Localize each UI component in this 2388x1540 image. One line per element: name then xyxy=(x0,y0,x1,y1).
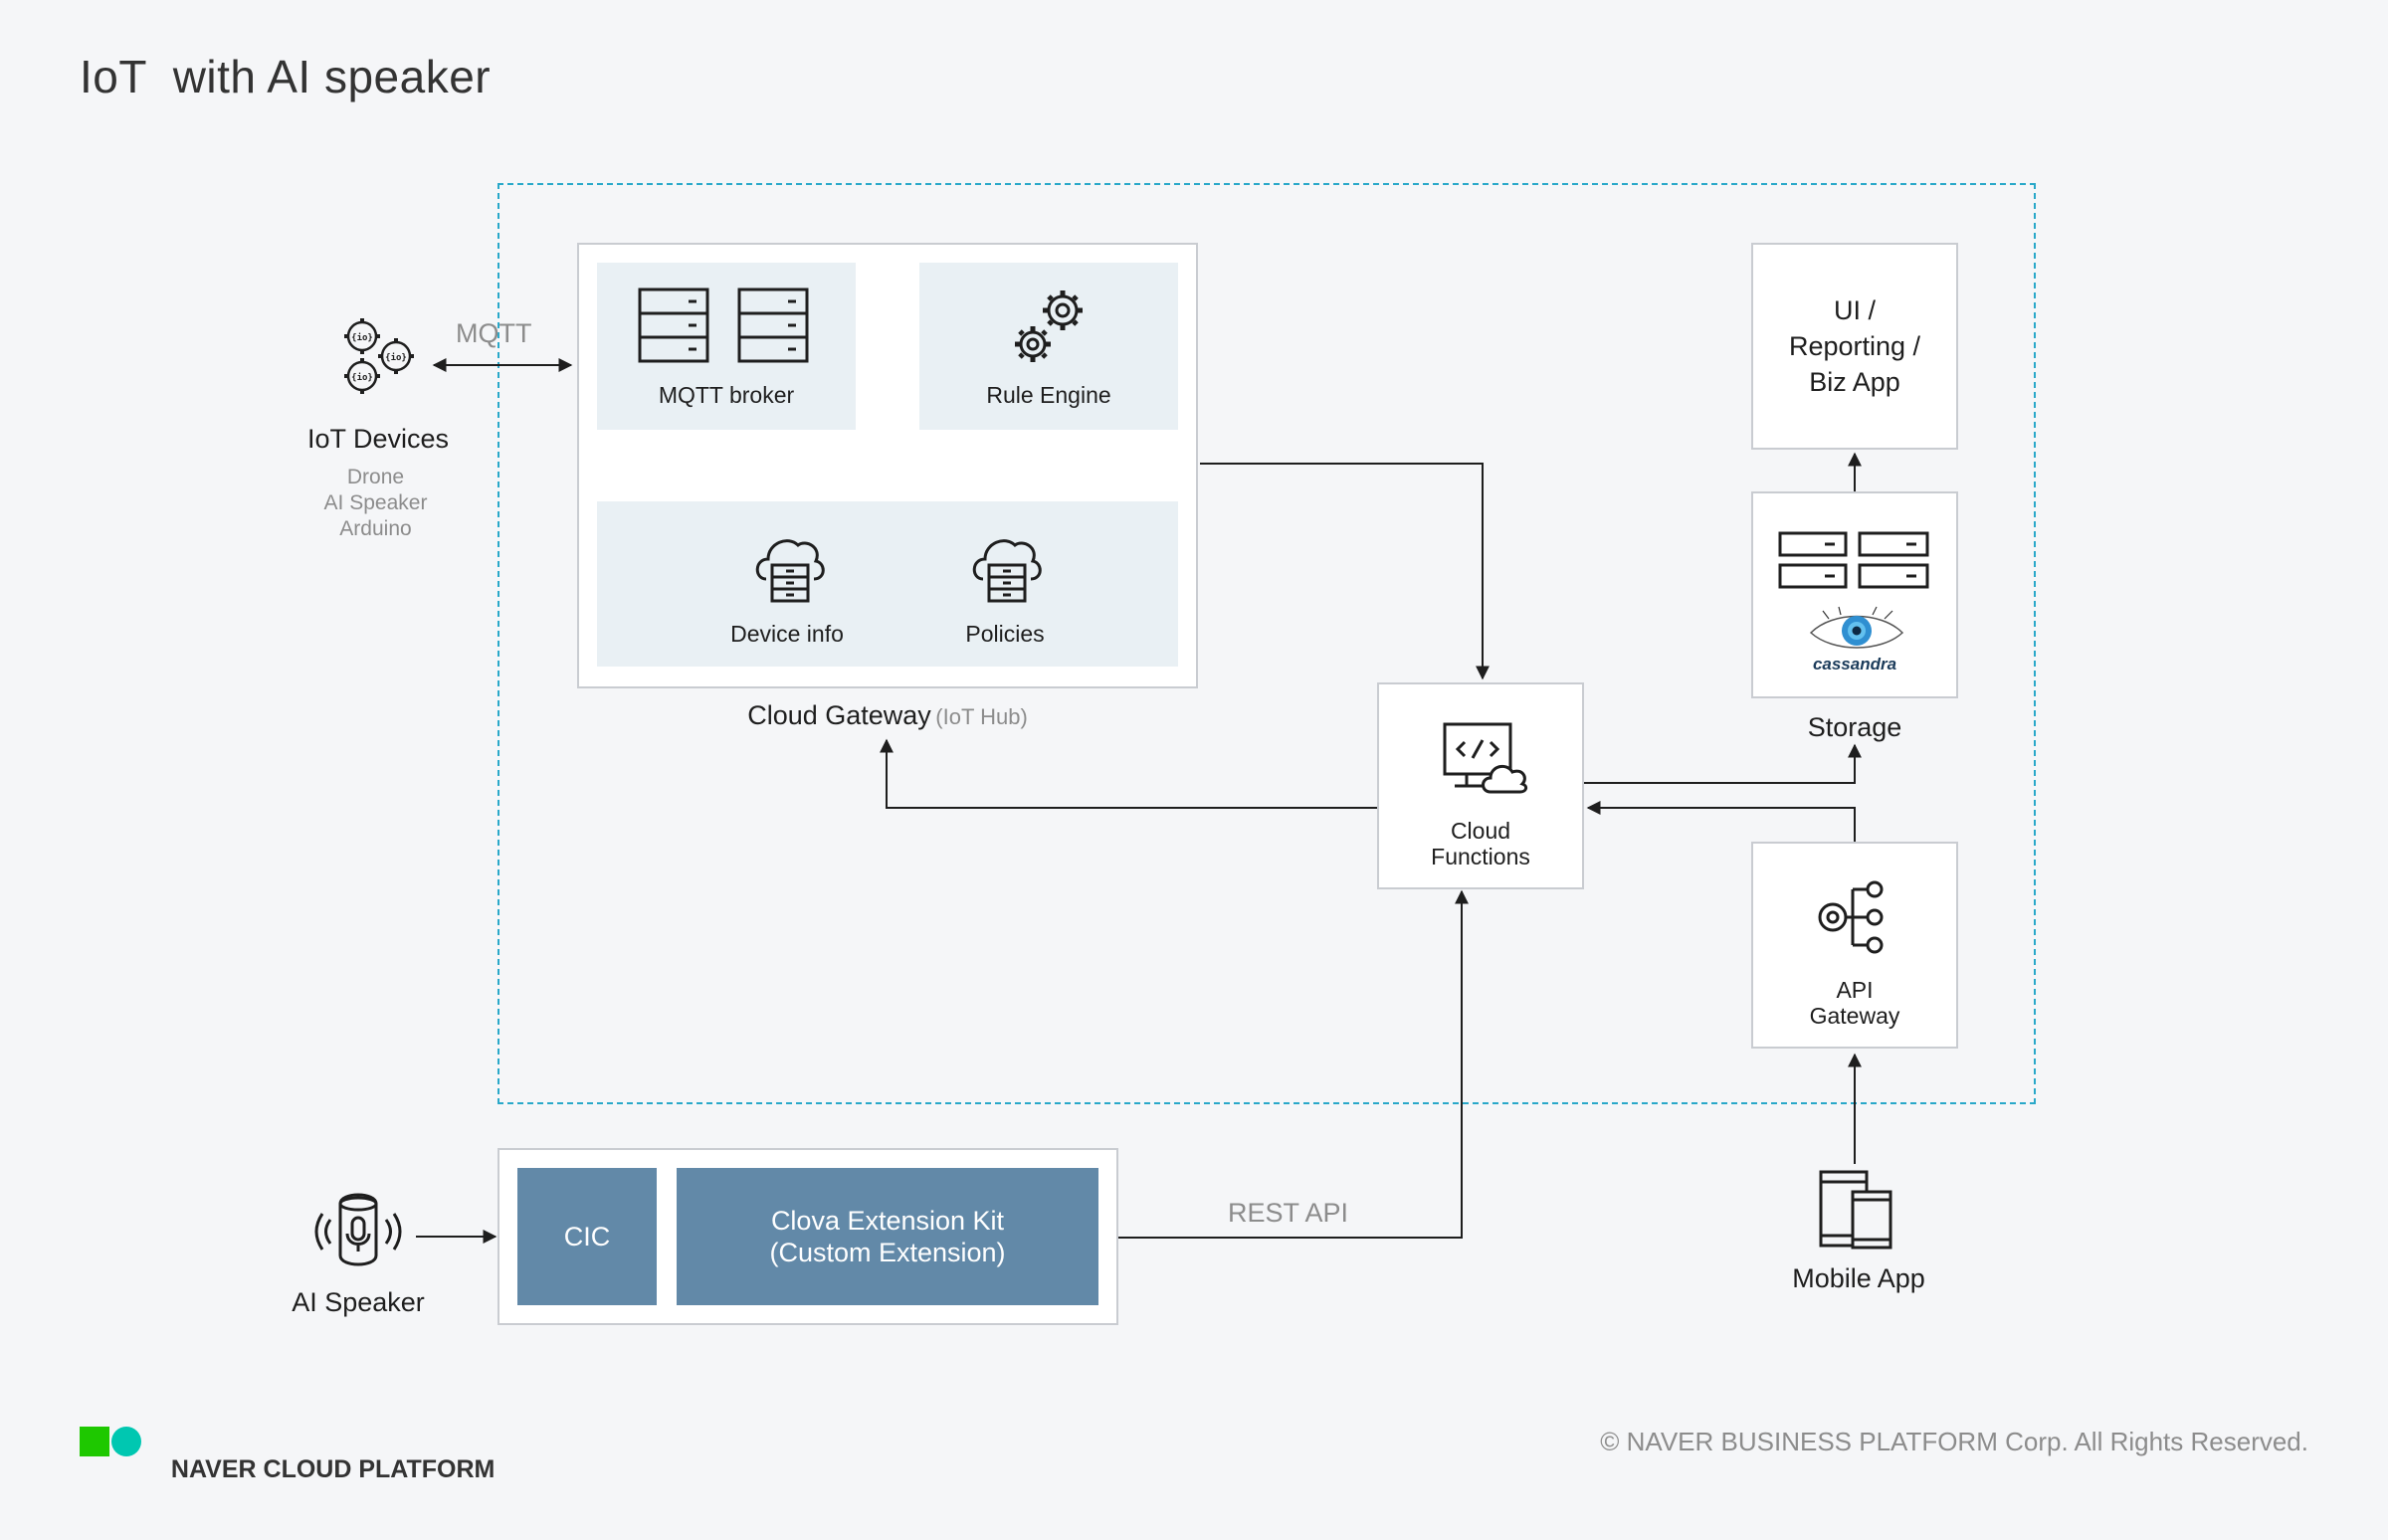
iot-device-item: Drone xyxy=(346,466,405,488)
reporting-line: Reporting / xyxy=(1788,331,1921,361)
ai-speaker-label: AI Speaker xyxy=(292,1287,425,1317)
cek-label: Clova Extension Kit xyxy=(770,1206,1005,1236)
naver-logo xyxy=(80,1427,143,1456)
svg-text:{io}: {io} xyxy=(385,352,407,363)
ui-line: UI / xyxy=(1833,295,1876,325)
cloud-functions-line: Functions xyxy=(1431,844,1530,869)
api-functions-connector xyxy=(1586,801,1856,842)
mobile-devices-icon xyxy=(1819,1170,1892,1250)
cloud-database-icon xyxy=(972,539,1042,603)
logo-circle xyxy=(111,1427,141,1456)
mqtt-link-label: MQTT xyxy=(456,318,532,348)
cassandra-eye-icon xyxy=(1809,606,1904,649)
gateway-functions-connector xyxy=(1200,463,1490,680)
api-gateway-line: Gateway xyxy=(1809,1003,1900,1029)
cek-block[interactable]: Clova Extension Kit (Custom Extension) xyxy=(677,1168,1098,1305)
iot-devices-list: Drone AI Speaker Arduino xyxy=(279,465,473,542)
functions-gateway-connector xyxy=(880,738,1377,809)
server-rack-icon xyxy=(1778,531,1929,589)
rule-engine-label: Rule Engine xyxy=(986,382,1111,408)
iot-devices-icon: {io} {io} {io} xyxy=(344,318,414,394)
iot-hub-sublabel: (IoT Hub) xyxy=(935,704,1028,729)
brand-bold: NAVER xyxy=(170,1455,257,1483)
svg-text:{io}: {io} xyxy=(351,372,373,383)
cloud-database-icon xyxy=(755,539,825,603)
biz-app-line: Biz App xyxy=(1809,367,1900,397)
mobile-app-label: Mobile App xyxy=(1792,1263,1925,1293)
api-gateway-label: API Gateway xyxy=(1751,977,1958,1029)
cek-sublabel: (Custom Extension) xyxy=(769,1238,1006,1267)
api-gateway-icon xyxy=(1818,880,1884,954)
gears-icon xyxy=(1015,290,1083,362)
svg-text:{io}: {io} xyxy=(351,332,373,343)
cic-block[interactable]: CIC xyxy=(517,1168,657,1305)
code-cloud-icon xyxy=(1443,722,1528,794)
copyright-text: © NAVER BUSINESS PLATFORM Corp. All Righ… xyxy=(1600,1427,2308,1456)
cloud-gateway-label: Cloud Gateway xyxy=(747,700,931,730)
brand-rest: CLOUD PLATFORM xyxy=(256,1455,496,1483)
device-info-label: Device info xyxy=(730,621,844,647)
iot-device-item: AI Speaker xyxy=(323,491,428,514)
rest-api-label: REST API xyxy=(1228,1198,1349,1228)
cassandra-logo-text: cassandra xyxy=(1812,655,1897,674)
cic-label: CIC xyxy=(563,1222,611,1251)
api-gateway-line: API xyxy=(1836,977,1874,1003)
ai-speaker-icon xyxy=(314,1193,402,1266)
storage-label: Storage xyxy=(1807,712,1902,742)
brand-text: NAVER CLOUD PLATFORM xyxy=(157,1427,495,1484)
cloud-functions-label: Cloud Functions xyxy=(1377,818,1584,869)
server-icon xyxy=(638,288,809,363)
policies-label: Policies xyxy=(965,621,1045,647)
iot-device-item: Arduino xyxy=(339,517,412,540)
mqtt-broker-label: MQTT broker xyxy=(658,382,795,408)
ui-reporting-box[interactable]: UI / Reporting / Biz App xyxy=(1751,243,1958,450)
logo-square xyxy=(80,1427,109,1456)
cloud-gateway-caption: Cloud Gateway (IoT Hub) xyxy=(577,700,1198,731)
rest-api-connector xyxy=(1118,889,1469,1239)
cloud-functions-line: Cloud xyxy=(1450,818,1511,844)
functions-storage-connector xyxy=(1584,743,1862,784)
iot-devices-label: IoT Devices xyxy=(306,424,450,454)
